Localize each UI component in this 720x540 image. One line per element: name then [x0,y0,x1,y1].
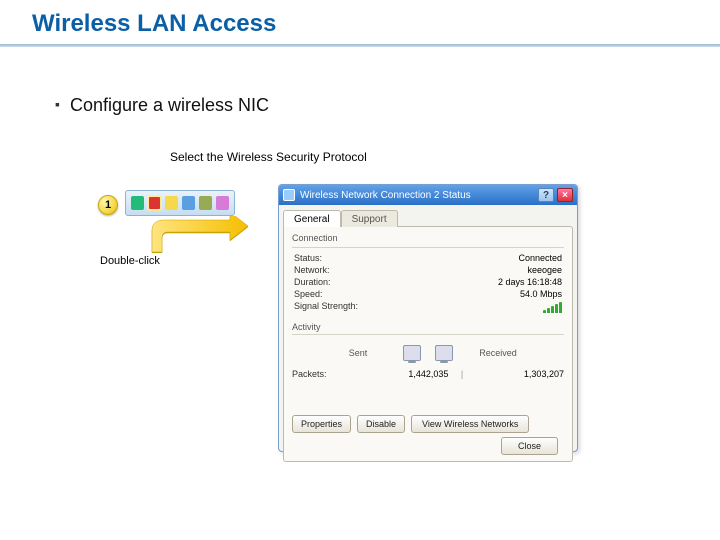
properties-button[interactable]: Properties [292,415,351,433]
tray-icon[interactable] [199,196,212,210]
disable-button[interactable]: Disable [357,415,405,433]
general-panel: Connection Status: Connected Network: ke… [283,226,573,462]
row-duration: Duration: 2 days 16:18:48 [292,276,564,288]
received-label: Received [463,348,533,358]
help-button[interactable]: ? [538,188,554,202]
tray-icon[interactable] [216,196,229,210]
view-wireless-networks-button[interactable]: View Wireless Networks [411,415,529,433]
window-title: Wireless Network Connection 2 Status [300,190,471,201]
window-titlebar[interactable]: Wireless Network Connection 2 Status ? × [279,185,577,205]
activity-icons [403,345,453,361]
doubleclick-label: Double-click [100,255,160,267]
tab-strip: General Support [283,209,573,226]
activity-group-label: Activity [292,322,564,332]
network-value: keeogee [527,265,562,275]
status-label: Status: [294,253,322,263]
row-speed: Speed: 54.0 Mbps [292,288,564,300]
network-label: Network: [294,265,330,275]
callout-arrow [150,216,250,252]
status-value: Connected [518,253,562,263]
packets-sep: | [448,369,475,379]
wireless-window-icon [283,189,295,201]
duration-label: Duration: [294,277,331,287]
tray-icon[interactable] [131,196,144,210]
figure-caption: Select the Wireless Security Protocol [170,150,367,164]
row-network: Network: keeogee [292,264,564,276]
computer-icon [403,345,421,361]
computer-icon [435,345,453,361]
packets-sent-value: 1,442,035 [360,369,448,379]
close-icon[interactable]: × [557,188,573,202]
activity-header: Sent Received [292,339,564,363]
title-divider [0,44,720,47]
bullet-row: ▪ Configure a wireless NIC [55,95,269,116]
bullet-icon: ▪ [55,96,60,112]
duration-value: 2 days 16:18:48 [498,277,562,287]
activity-group: Activity Sent Received Packets: 1,442,03… [292,322,564,379]
connection-group-label: Connection [292,233,564,243]
button-row: Properties Disable View Wireless Network… [292,407,564,433]
row-status: Status: Connected [292,252,564,264]
close-button[interactable]: Close [501,437,558,455]
tab-general[interactable]: General [283,210,341,227]
divider [292,247,564,248]
bullet-text: Configure a wireless NIC [70,95,269,115]
signal-bars-icon [543,301,562,315]
packets-received-value: 1,303,207 [476,369,564,379]
slide-title: Wireless LAN Access [32,10,276,38]
wireless-status-window: Wireless Network Connection 2 Status ? ×… [278,184,578,452]
divider [292,334,564,335]
system-tray [125,190,235,216]
wireless-tray-icon[interactable] [148,196,161,210]
packets-row: Packets: 1,442,035 | 1,303,207 [292,363,564,379]
row-signal: Signal Strength: [292,300,564,316]
signal-label: Signal Strength: [294,301,358,315]
tab-support[interactable]: Support [341,210,398,227]
packets-label: Packets: [292,369,360,379]
speed-label: Speed: [294,289,323,299]
speed-value: 54.0 Mbps [520,289,562,299]
sent-label: Sent [323,348,393,358]
tray-icon[interactable] [165,196,178,210]
tray-icon[interactable] [182,196,195,210]
step-badge-1: 1 [98,195,118,215]
